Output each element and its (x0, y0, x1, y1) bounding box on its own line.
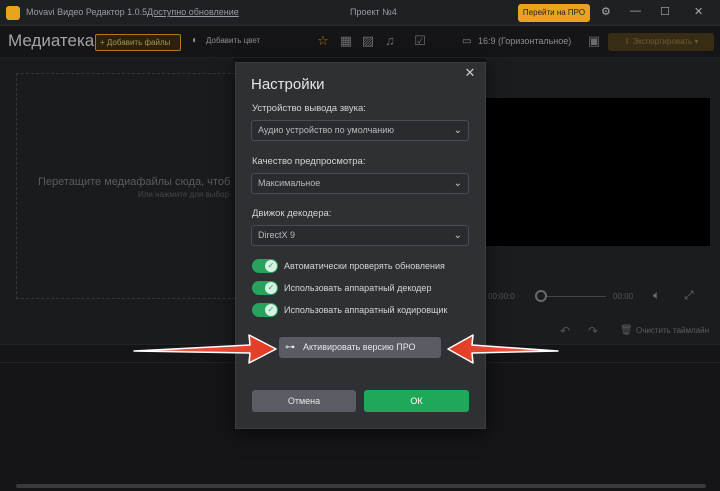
hw-decoder-label: Использовать аппаратный декодер (284, 283, 432, 293)
close-window-icon[interactable]: ✕ (694, 5, 703, 18)
preview-quality-select[interactable]: Максимальное ⌄ (251, 173, 469, 194)
project-name: Проект №4 (350, 7, 397, 17)
chevron-down-icon: ⌄ (453, 125, 462, 136)
hw-encoder-toggle[interactable]: ✓ (252, 303, 278, 317)
decoder-engine-select[interactable]: DirectX 9 ⌄ (251, 225, 469, 246)
decoder-engine-label: Движок декодера: (252, 208, 332, 219)
go-pro-button[interactable]: Перейти на ПРО (518, 4, 590, 22)
hw-encoder-label: Использовать аппаратный кодировщик (284, 305, 448, 315)
check-icon: ✓ (265, 304, 277, 316)
activate-pro-label: Активировать версию ПРО (303, 342, 416, 352)
check-icon: ✓ (265, 282, 277, 294)
check-icon: ✓ (265, 260, 277, 272)
auto-update-toggle[interactable]: ✓ (252, 259, 278, 273)
activate-pro-button[interactable]: ⊶ Активировать версию ПРО (279, 337, 441, 358)
ok-button[interactable]: ОК (364, 390, 469, 412)
app-title: Моvavi Видео Редактор 1.0.5 (26, 7, 148, 17)
hw-decoder-toggle[interactable]: ✓ (252, 281, 278, 295)
settings-icon[interactable]: ⚙ (601, 5, 611, 18)
minimize-icon[interactable]: — (630, 5, 641, 17)
dialog-title: Настройки (251, 76, 325, 93)
maximize-icon[interactable]: ☐ (660, 5, 670, 18)
decoder-engine-value: DirectX 9 (258, 230, 296, 240)
audio-device-value: Аудио устройство по умолчанию (258, 125, 395, 135)
key-icon: ⊶ (285, 342, 295, 353)
audio-device-label: Устройство вывода звука: (252, 103, 366, 114)
auto-update-label: Автоматически проверять обновления (284, 261, 445, 271)
chevron-down-icon: ⌄ (453, 230, 462, 241)
preview-quality-value: Максимальное (258, 178, 321, 188)
update-link[interactable]: Доступно обновление (147, 7, 239, 17)
preview-quality-label: Качество предпросмотра: (252, 156, 366, 167)
cancel-button[interactable]: Отмена (252, 390, 356, 412)
audio-device-select[interactable]: Аудио устройство по умолчанию ⌄ (251, 120, 469, 141)
chevron-down-icon: ⌄ (453, 178, 462, 189)
app-logo (6, 6, 20, 20)
close-icon[interactable]: ✕ (463, 66, 477, 80)
